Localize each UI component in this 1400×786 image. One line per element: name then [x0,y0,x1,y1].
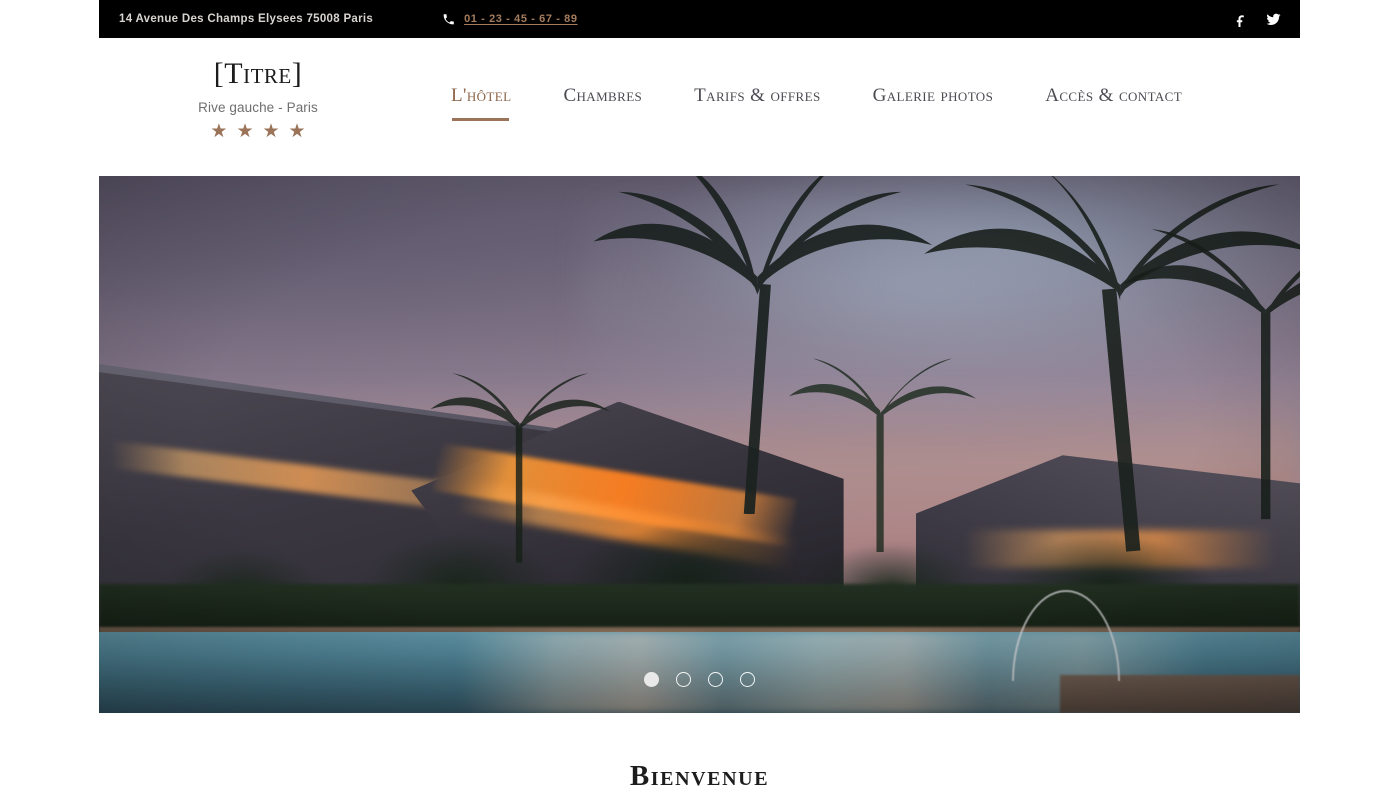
phone-icon [443,13,454,24]
welcome-section: Bienvenue [99,713,1300,786]
address-text: 14 Avenue Des Champs Elysees 75008 Paris [119,13,374,25]
star-icon: ★ [262,120,280,142]
nav-item-l-h-tel[interactable]: L'hôtel [451,85,511,121]
carousel-dot-3[interactable] [708,672,723,687]
site-header: [Titre] Rive gauche - Paris ★ ★ ★ ★ L'hôtel… [99,38,1300,176]
top-utility-bar: 14 Avenue Des Champs Elysees 75008 Paris… [99,0,1300,38]
brand-title[interactable]: [Titre] [99,58,417,90]
carousel-dot-1[interactable] [644,672,659,687]
star-icon: ★ [236,120,254,142]
hero-image [99,176,1300,713]
star-icon: ★ [210,120,228,142]
brand-subtitle: Rive gauche - Paris [198,99,318,115]
social-links [1233,12,1281,27]
nav-item-galerie-photos[interactable]: Galerie photos [873,85,994,121]
page-root: 14 Avenue Des Champs Elysees 75008 Paris… [0,0,1400,786]
site-container: 14 Avenue Des Champs Elysees 75008 Paris… [99,0,1300,786]
facebook-icon[interactable] [1233,12,1248,27]
carousel-dot-2[interactable] [676,672,691,687]
phone-link[interactable]: 01 - 23 - 45 - 67 - 89 [464,13,577,25]
carousel-dot-4[interactable] [740,672,755,687]
brand-block[interactable]: [Titre] Rive gauche - Paris ★ ★ ★ ★ [99,38,417,141]
star-icon: ★ [288,120,306,142]
hero-carousel[interactable] [99,176,1300,713]
star-rating: ★ ★ ★ ★ [99,122,417,141]
twitter-icon[interactable] [1266,12,1281,27]
welcome-title: Bienvenue [629,760,770,786]
nav-item-acc-s-contact[interactable]: Accès & contact [1045,85,1182,121]
phone-block: 01 - 23 - 45 - 67 - 89 [442,13,577,26]
carousel-dots [99,672,1300,687]
nav-item-tarifs-offres[interactable]: Tarifs & offres [694,85,820,121]
nav-item-chambres[interactable]: Chambres [563,85,642,121]
main-navigation: L'hôtel Chambres Tarifs & offres Galerie ph… [417,38,1300,121]
